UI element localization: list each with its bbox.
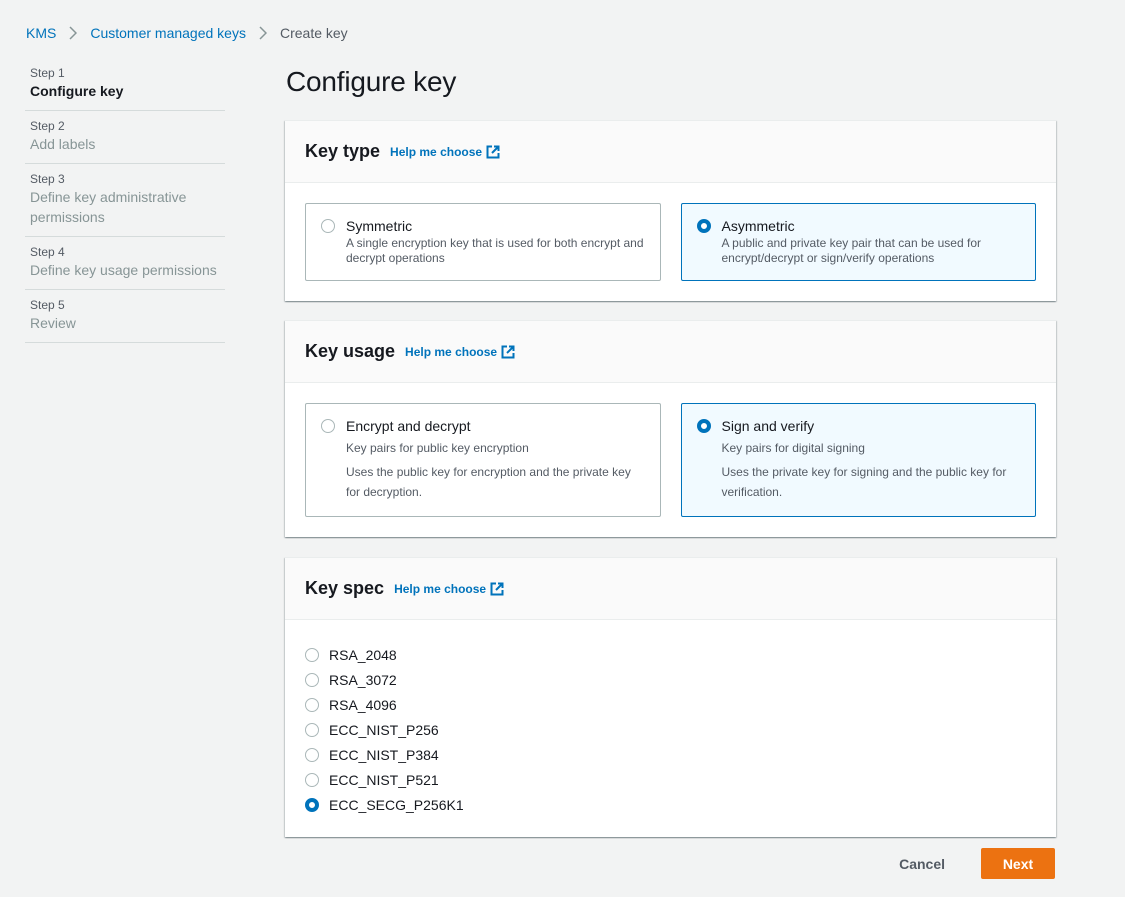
step-title: Review: [30, 315, 76, 331]
symmetric-radio[interactable]: [321, 219, 335, 233]
option-label: RSA_4096: [329, 696, 397, 713]
key-spec-options: RSA_2048 RSA_3072 RSA_4096 ECC_NIST_P256…: [285, 620, 1056, 837]
page-title: Configure key: [286, 66, 457, 97]
step-number: Step 1: [30, 66, 65, 80]
breadcrumb-kms[interactable]: KMS: [26, 25, 56, 41]
key-spec-option-ecc-secg-p256k1[interactable]: ECC_SECG_P256K1: [305, 792, 1036, 817]
radio-button[interactable]: [305, 672, 319, 687]
step-number: Step 2: [30, 119, 65, 133]
key-spec-panel: Key spec Help me choose RSA_2048 RSA_307…: [285, 557, 1056, 837]
radio-button[interactable]: [305, 722, 319, 737]
key-type-panel: Key type Help me choose Symmetric A sing…: [285, 120, 1056, 301]
external-link-icon: [486, 145, 500, 158]
radio-button[interactable]: [305, 647, 319, 662]
key-spec-option-rsa-2048[interactable]: RSA_2048: [305, 642, 1036, 667]
key-usage-sign-verify-tile[interactable]: Sign and verify Key pairs for digital si…: [680, 403, 1036, 517]
external-link-icon: [490, 582, 504, 595]
tile-description: Key pairs for public key encryption: [346, 441, 529, 455]
step-title: Define key usage permissions: [30, 262, 217, 278]
tile-description: A single encryption key that is used for…: [346, 236, 644, 265]
wizard-step-3: Step 3 Define key administrative permiss…: [25, 164, 225, 237]
sign-verify-radio[interactable]: [696, 419, 711, 433]
tile-label: Asymmetric: [721, 218, 795, 234]
key-type-asymmetric-tile[interactable]: Asymmetric A public and private key pair…: [680, 203, 1036, 281]
panel-header: Key type Help me choose: [285, 121, 1056, 183]
cancel-button[interactable]: Cancel: [879, 848, 965, 879]
step-title: Define key administrative permissions: [30, 189, 187, 225]
key-spec-option-ecc-nist-p384[interactable]: ECC_NIST_P384: [305, 742, 1036, 767]
help-link-label: Help me choose: [405, 344, 498, 359]
option-label: ECC_NIST_P521: [329, 771, 439, 788]
chevron-right-icon: [69, 26, 78, 40]
key-type-options: Symmetric A single encryption key that i…: [285, 183, 1056, 301]
option-label: RSA_2048: [329, 646, 397, 663]
step-title: Add labels: [30, 136, 96, 152]
panel-header: Key spec Help me choose: [285, 558, 1056, 620]
tile-detail: Uses the private key for signing and the…: [721, 465, 1007, 499]
key-type-title: Key type: [305, 141, 381, 161]
breadcrumb-customer-managed-keys[interactable]: Customer managed keys: [90, 25, 246, 41]
chevron-right-icon: [259, 26, 267, 40]
encrypt-decrypt-radio[interactable]: [321, 419, 335, 433]
key-spec-help-link[interactable]: Help me choose: [394, 582, 504, 596]
radio-button[interactable]: [305, 747, 319, 762]
asymmetric-radio[interactable]: [696, 219, 711, 233]
wizard-actions: Cancel Next: [879, 848, 1055, 879]
key-type-symmetric-tile[interactable]: Symmetric A single encryption key that i…: [305, 203, 661, 281]
option-label: ECC_SECG_P256K1: [329, 796, 464, 813]
wizard-step-2: Step 2 Add labels: [25, 111, 225, 164]
wizard-steps: Step 1 Configure key Step 2 Add labels S…: [25, 58, 225, 343]
help-link-label: Help me choose: [390, 144, 483, 159]
key-usage-encrypt-decrypt-tile[interactable]: Encrypt and decrypt Key pairs for public…: [305, 403, 661, 517]
radio-button[interactable]: [305, 697, 319, 712]
wizard-step-1: Step 1 Configure key: [25, 58, 225, 111]
step-number: Step 3: [30, 172, 65, 186]
panel-header: Key usage Help me choose: [285, 321, 1056, 383]
tile-description: A public and private key pair that can b…: [721, 236, 982, 265]
key-usage-help-link[interactable]: Help me choose: [405, 345, 515, 359]
key-spec-title: Key spec: [305, 578, 385, 598]
key-usage-options: Encrypt and decrypt Key pairs for public…: [285, 383, 1056, 537]
option-label: ECC_NIST_P384: [329, 746, 439, 763]
tile-label: Encrypt and decrypt: [346, 418, 471, 434]
tile-label: Symmetric: [346, 218, 413, 234]
radio-button[interactable]: [305, 772, 319, 787]
wizard-step-5: Step 5 Review: [25, 290, 225, 343]
external-link-icon: [501, 345, 515, 358]
radio-button[interactable]: [305, 797, 319, 812]
option-label: ECC_NIST_P256: [329, 721, 439, 738]
option-label: RSA_3072: [329, 671, 397, 688]
breadcrumb: KMS Customer managed keys Create key: [26, 25, 348, 41]
next-button[interactable]: Next: [981, 848, 1055, 879]
breadcrumb-create-key: Create key: [279, 25, 348, 41]
step-title: Configure key: [30, 83, 124, 99]
tile-description: Key pairs for digital signing: [721, 441, 865, 455]
key-spec-option-rsa-4096[interactable]: RSA_4096: [305, 692, 1036, 717]
tile-detail: Uses the public key for encryption and t…: [346, 465, 631, 499]
tile-label: Sign and verify: [721, 418, 815, 434]
wizard-step-4: Step 4 Define key usage permissions: [25, 237, 225, 290]
key-type-help-link[interactable]: Help me choose: [390, 145, 500, 159]
key-spec-option-ecc-nist-p256[interactable]: ECC_NIST_P256: [305, 717, 1036, 742]
step-number: Step 4: [30, 245, 65, 259]
key-spec-option-ecc-nist-p521[interactable]: ECC_NIST_P521: [305, 767, 1036, 792]
key-usage-panel: Key usage Help me choose Encrypt and dec…: [285, 320, 1056, 537]
key-spec-option-rsa-3072[interactable]: RSA_3072: [305, 667, 1036, 692]
step-number: Step 5: [30, 298, 65, 312]
key-usage-title: Key usage: [305, 341, 396, 361]
help-link-label: Help me choose: [394, 581, 487, 596]
